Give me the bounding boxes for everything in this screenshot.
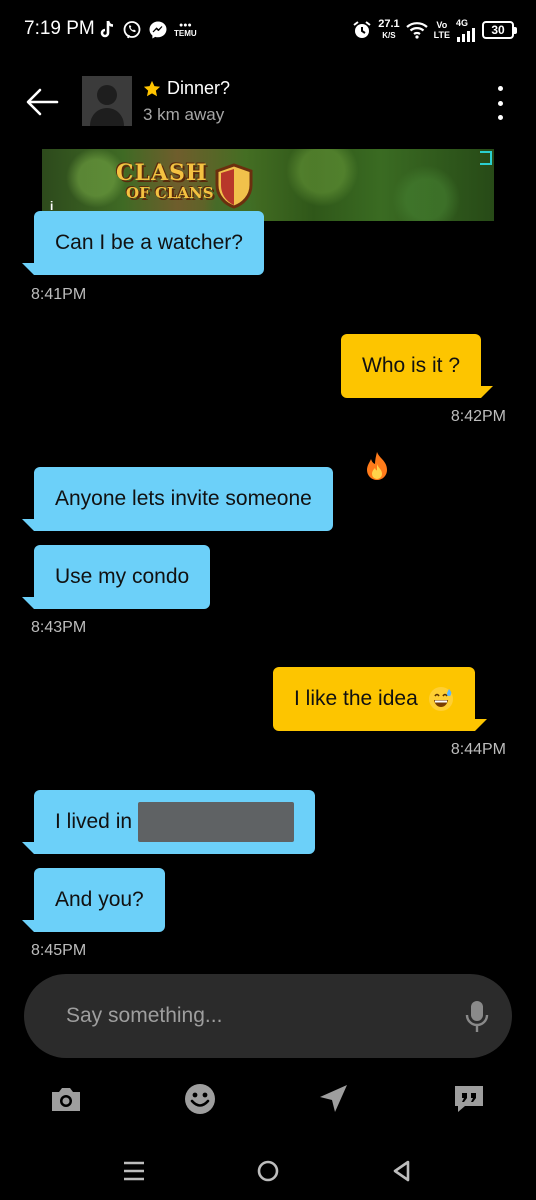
signal-icon	[457, 27, 475, 42]
message-timestamp: 8:41PM	[31, 286, 87, 303]
viber-icon	[123, 21, 141, 39]
tiktok-icon	[100, 20, 114, 38]
network-speed-value: 27.1	[378, 18, 400, 30]
volte-bottom: LTE	[433, 30, 450, 40]
status-bar: 7:19 PM ●●● TEMU 27.1 K/S Vo LTE 4G 30	[0, 0, 536, 62]
chat-title-row: Dinner?	[143, 78, 230, 99]
status-time: 7:19 PM	[24, 18, 95, 39]
alarm-icon	[353, 21, 371, 38]
shield-icon	[215, 163, 253, 209]
dot-icon	[497, 86, 503, 91]
message-bubble-outgoing[interactable]: Who is it ?	[341, 334, 494, 398]
redacted-text-block	[138, 802, 295, 842]
message-text: Can I be a watcher?	[55, 231, 243, 254]
message-input[interactable]	[66, 974, 446, 1058]
chat-header: Dinner? 3 km away	[0, 66, 536, 136]
menu-icon[interactable]	[119, 1156, 149, 1186]
message-bubble-incoming[interactable]: Can I be a watcher?	[22, 211, 264, 275]
temu-icon: ●●● TEMU	[174, 22, 197, 38]
ad-logo-line1: CLASH	[116, 160, 208, 186]
message-text: Who is it ?	[362, 354, 461, 377]
temu-text: TEMU	[174, 29, 197, 38]
message-bubble-incoming[interactable]: I lived in	[21, 790, 316, 854]
microphone-icon[interactable]	[464, 1000, 490, 1034]
message-timestamp: 8:42PM	[450, 408, 506, 425]
notification-icons: ●●● TEMU	[98, 18, 197, 42]
emoji-icon[interactable]	[182, 1081, 218, 1117]
avatar[interactable]	[82, 76, 132, 126]
system-icons: 27.1 K/S Vo LTE 4G 30	[352, 16, 517, 44]
messenger-icon	[149, 21, 167, 39]
message-timestamp: 8:45PM	[31, 942, 87, 959]
message-text: And you?	[55, 888, 144, 911]
ad-choices-icon[interactable]	[480, 151, 492, 165]
message-timestamp: 8:44PM	[450, 741, 506, 758]
wifi-icon	[405, 22, 428, 39]
arrow-left-icon	[26, 88, 59, 116]
message-text: Anyone lets invite someone	[55, 487, 312, 510]
default-profile-icon	[82, 76, 132, 126]
chat-title-block[interactable]: Dinner? 3 km away	[143, 78, 230, 125]
message-bubble-incoming[interactable]: Use my condo	[21, 545, 211, 609]
chat-title: Dinner?	[167, 78, 231, 98]
distance-label: 3 km away	[143, 105, 225, 124]
saved-phrases-icon[interactable]	[451, 1081, 487, 1117]
message-composer	[24, 974, 512, 1058]
network-type: 4G	[456, 17, 469, 28]
chat-toolbar	[0, 1075, 536, 1125]
battery-level: 30	[491, 23, 505, 37]
star-icon	[143, 80, 161, 96]
message-bubble-incoming[interactable]: And you?	[22, 868, 165, 932]
network-speed-unit: K/S	[382, 31, 396, 40]
system-navigation-bar	[0, 1140, 536, 1200]
message-timestamp: 8:43PM	[31, 619, 87, 636]
signal-indicator: 4G	[456, 17, 476, 42]
camera-icon[interactable]	[48, 1081, 84, 1117]
back-icon[interactable]	[387, 1156, 417, 1186]
fire-emoji-reaction-icon[interactable]	[360, 450, 394, 484]
ad-logo: CLASH OF CLANS	[116, 160, 214, 203]
volte-top: Vo	[436, 20, 448, 30]
ad-logo-line2: OF CLANS	[126, 184, 214, 202]
location-icon[interactable]	[316, 1081, 352, 1117]
dot-icon	[497, 100, 503, 106]
message-text: Use my condo	[55, 565, 190, 588]
network-speed: 27.1 K/S	[378, 19, 399, 41]
grinning-sweat-emoji-icon	[428, 687, 453, 711]
message-bubble-incoming[interactable]: Anyone lets invite someone	[22, 467, 333, 531]
home-icon[interactable]	[253, 1156, 283, 1186]
message-bubble-outgoing[interactable]: I like the idea	[273, 667, 487, 731]
back-button[interactable]	[24, 84, 60, 120]
dot-icon	[497, 115, 503, 120]
message-text: I like the idea	[294, 687, 418, 710]
volte-indicator: Vo LTE	[434, 20, 450, 40]
more-options-button[interactable]	[490, 86, 510, 120]
battery-icon: 30	[482, 21, 517, 39]
message-text: I lived in	[55, 810, 133, 833]
